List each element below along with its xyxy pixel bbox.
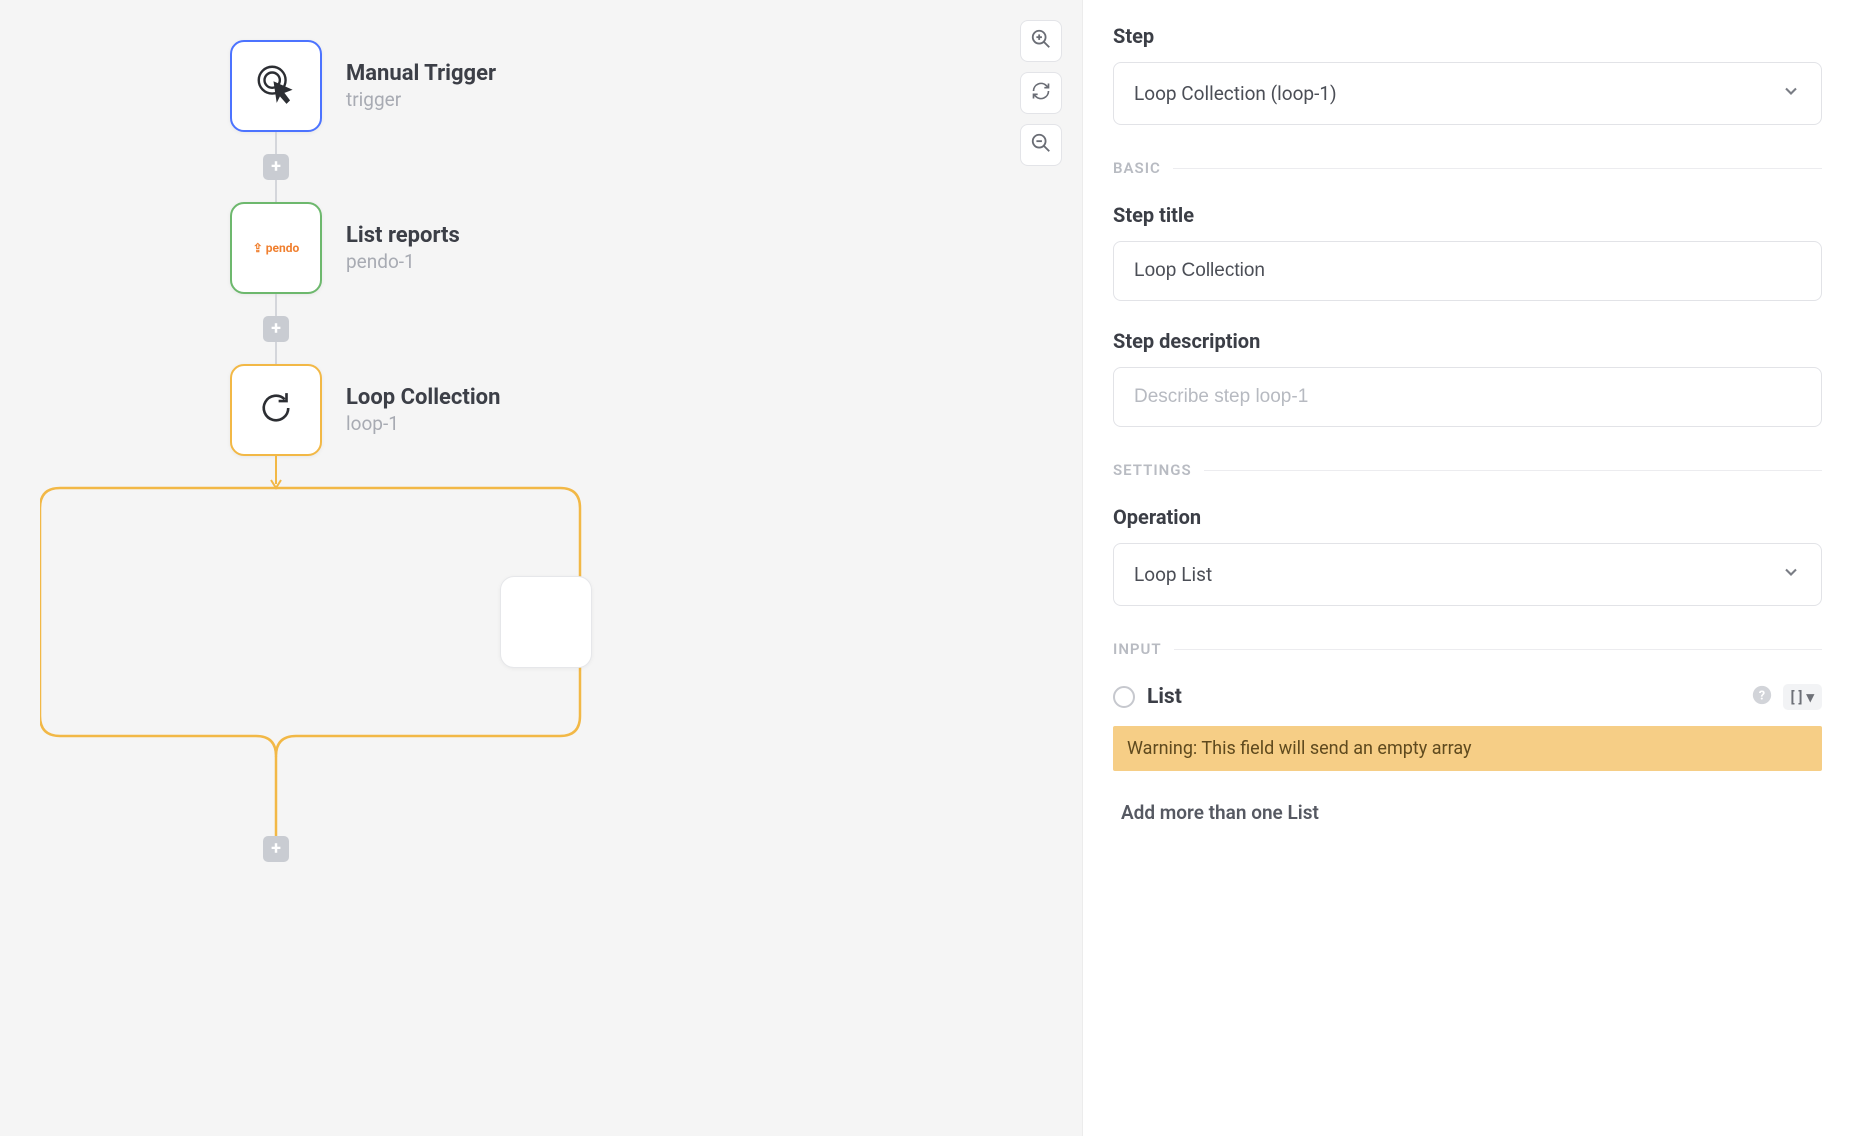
input-radio[interactable] xyxy=(1113,686,1135,708)
input-list-header: List ? [ ] ▾ xyxy=(1113,684,1822,710)
operation-label: Operation xyxy=(1113,505,1822,529)
section-input: INPUT xyxy=(1113,640,1822,658)
add-more-list[interactable]: Add more than one List xyxy=(1113,801,1822,824)
flow-column: Manual Trigger trigger + pendo List repo… xyxy=(40,40,640,896)
zoom-reset-button[interactable] xyxy=(1020,72,1062,114)
node-subtitle: pendo-1 xyxy=(346,250,460,273)
add-step-button[interactable]: + xyxy=(263,836,289,862)
step-title-input[interactable] xyxy=(1113,241,1822,301)
connector: + xyxy=(230,132,322,202)
zoom-out-button[interactable] xyxy=(1020,124,1062,166)
step-config-panel: Step Loop Collection (loop-1) BASIC Step… xyxy=(1082,0,1852,1136)
zoom-in-button[interactable] xyxy=(1020,20,1062,62)
add-step-button[interactable]: + xyxy=(263,154,289,180)
step-title-label: Step title xyxy=(1113,203,1822,227)
pendo-logo-icon: pendo xyxy=(253,241,300,255)
node-title: Loop Collection xyxy=(346,385,500,410)
node-list-reports[interactable]: pendo List reports pendo-1 xyxy=(230,202,640,294)
node-title: Manual Trigger xyxy=(346,61,496,86)
node-manual-trigger[interactable]: Manual Trigger trigger xyxy=(230,40,640,132)
loop-icon xyxy=(255,387,297,433)
refresh-icon xyxy=(1031,81,1051,105)
node-title: List reports xyxy=(346,223,460,248)
node-loop-collection[interactable]: Loop Collection loop-1 xyxy=(230,364,640,456)
workflow-canvas[interactable]: Manual Trigger trigger + pendo List repo… xyxy=(0,0,1082,1136)
zoom-out-icon xyxy=(1030,132,1052,158)
operation-select-value: Loop List xyxy=(1134,563,1212,586)
type-brackets-toggle[interactable]: [ ] ▾ xyxy=(1783,684,1822,710)
chevron-down-icon xyxy=(1781,81,1801,106)
node-icon-box xyxy=(230,364,322,456)
empty-step-placeholder[interactable] xyxy=(500,576,592,668)
node-icon-box xyxy=(230,40,322,132)
chevron-down-icon xyxy=(1781,562,1801,587)
step-label: Step xyxy=(1113,24,1822,48)
step-select-value: Loop Collection (loop-1) xyxy=(1134,82,1337,105)
cursor-click-icon xyxy=(253,61,299,111)
operation-select[interactable]: Loop List xyxy=(1113,543,1822,606)
svg-text:?: ? xyxy=(1758,689,1764,704)
connector: + xyxy=(230,294,322,364)
step-description-input[interactable] xyxy=(1113,367,1822,427)
section-basic: BASIC xyxy=(1113,159,1822,177)
step-select[interactable]: Loop Collection (loop-1) xyxy=(1113,62,1822,125)
empty-array-warning: Warning: This field will send an empty a… xyxy=(1113,726,1822,771)
help-icon[interactable]: ? xyxy=(1751,684,1773,710)
add-step-button[interactable]: + xyxy=(263,316,289,342)
zoom-in-icon xyxy=(1030,28,1052,54)
node-subtitle: loop-1 xyxy=(346,412,500,435)
zoom-controls xyxy=(1020,20,1062,166)
node-icon-box: pendo xyxy=(230,202,322,294)
section-settings: SETTINGS xyxy=(1113,461,1822,479)
node-subtitle: trigger xyxy=(346,88,496,111)
step-description-label: Step description xyxy=(1113,329,1822,353)
loop-body: + xyxy=(40,456,640,896)
caret-down-icon: ▾ xyxy=(1806,688,1814,706)
input-list-label: List xyxy=(1147,685,1182,709)
